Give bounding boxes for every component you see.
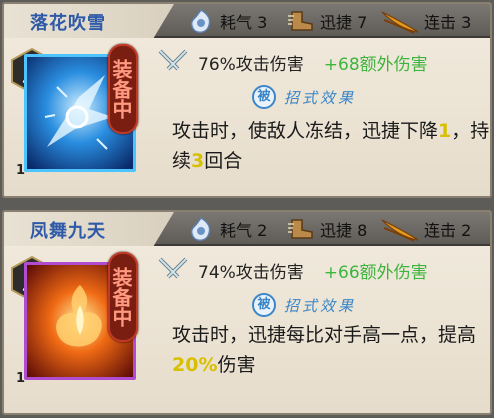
card-header: 落花吹雪 耗气 3 迅捷 7 连击 3 bbox=[4, 4, 490, 38]
equipped-stamp: 装备中 bbox=[108, 252, 138, 342]
effect-description: 攻击时，使敌人冻结，迅捷下降1，持续3回合 bbox=[172, 120, 490, 172]
effect-header: 被 招式效果 bbox=[252, 292, 356, 318]
speed-boot-icon bbox=[288, 11, 313, 31]
combo-slash-icon bbox=[381, 11, 419, 34]
equipped-stamp: 装备中 bbox=[108, 44, 138, 134]
qi-icon bbox=[190, 9, 211, 33]
passive-seal-icon: 被 bbox=[252, 293, 276, 317]
skill-name: 凤舞九天 bbox=[30, 221, 106, 242]
combo-slash-icon bbox=[381, 219, 419, 242]
effect-label: 招式效果 bbox=[284, 88, 357, 107]
passive-seal-icon: 被 bbox=[252, 85, 276, 109]
qi-icon bbox=[190, 217, 211, 241]
skill-card-luohua[interactable]: 落花吹雪 耗气 3 迅捷 7 连击 3 1 装备中 76%攻击伤害 +68额外伤… bbox=[2, 2, 492, 198]
effect-header: 被 招式效果 bbox=[252, 84, 356, 110]
damage-row: 76%攻击伤害 +68额外伤害 bbox=[156, 48, 428, 76]
speed-boot-icon bbox=[288, 219, 313, 239]
crossed-swords-icon bbox=[158, 257, 188, 279]
skill-card-fengwu[interactable]: 凤舞九天 耗气 2 迅捷 8 连击 2 1 装备中 74%攻击伤害 +66额外伤… bbox=[2, 210, 492, 415]
combo-stat: 连击 2 bbox=[380, 216, 471, 242]
qi-cost: 耗气 3 bbox=[186, 8, 267, 34]
slot-level: 1 bbox=[16, 163, 26, 178]
skill-name: 落花吹雪 bbox=[30, 13, 106, 34]
extra-damage: +68额外伤害 bbox=[323, 54, 428, 75]
card-header: 凤舞九天 耗气 2 迅捷 8 连击 2 bbox=[4, 212, 490, 246]
crossed-swords-icon bbox=[158, 49, 188, 71]
qi-cost: 耗气 2 bbox=[186, 216, 267, 242]
damage-percent: 74%攻击伤害 bbox=[198, 262, 304, 283]
effect-label: 招式效果 bbox=[284, 296, 357, 315]
damage-row: 74%攻击伤害 +66额外伤害 bbox=[156, 256, 428, 284]
damage-percent: 76%攻击伤害 bbox=[198, 54, 304, 75]
effect-description: 攻击时，迅捷每比对手高一点，提高20%伤害 bbox=[172, 324, 477, 376]
slot-level: 1 bbox=[16, 371, 26, 386]
speed-stat: 迅捷 7 bbox=[286, 8, 367, 34]
speed-stat: 迅捷 8 bbox=[286, 216, 367, 242]
skill-panel: 落花吹雪 耗气 3 迅捷 7 连击 3 1 装备中 76%攻击伤害 +68额外伤… bbox=[0, 0, 494, 418]
extra-damage: +66额外伤害 bbox=[323, 262, 428, 283]
combo-stat: 连击 3 bbox=[380, 8, 471, 34]
